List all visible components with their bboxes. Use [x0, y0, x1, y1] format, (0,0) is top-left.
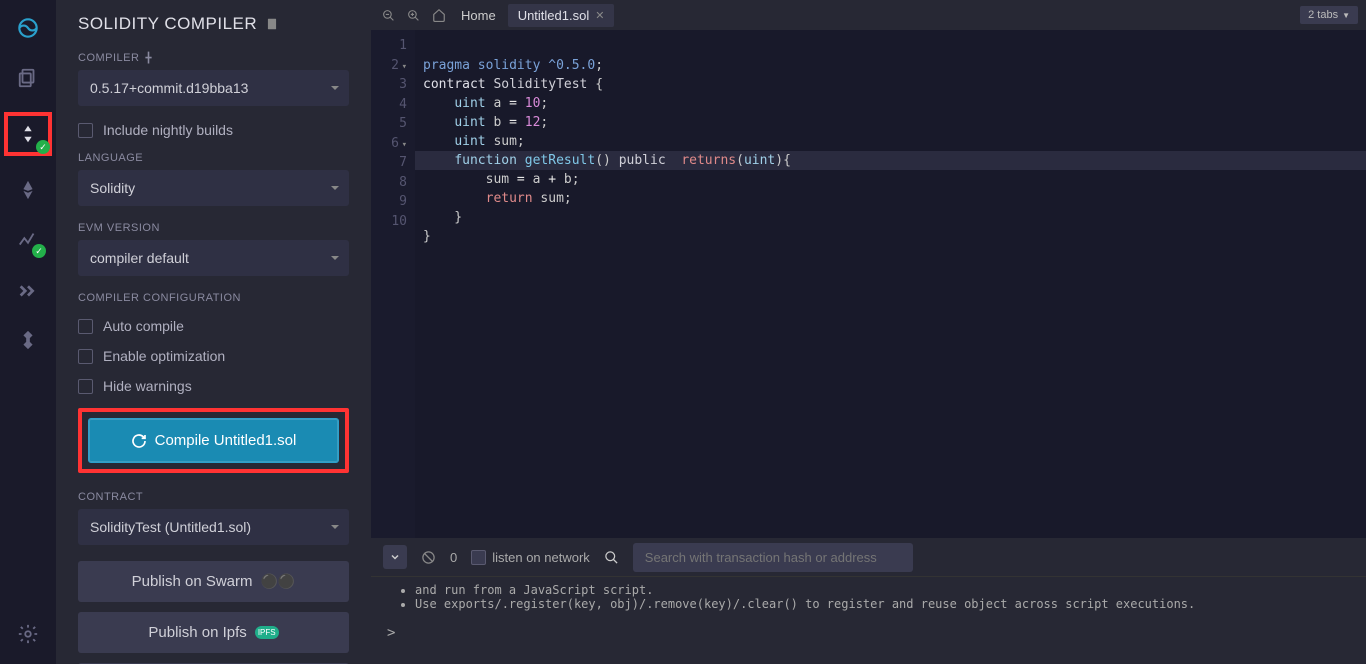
- publish-swarm-label: Publish on Swarm: [132, 573, 253, 590]
- check-badge-icon: ✓: [36, 140, 50, 154]
- hidewarn-label: Hide warnings: [103, 378, 192, 394]
- listen-label: listen on network: [492, 550, 590, 565]
- evm-label: EVM VERSION: [78, 222, 349, 234]
- terminal-output: and run from a JavaScript script. Use ex…: [371, 576, 1366, 664]
- compiler-select[interactable]: 0.5.17+commit.d19bba13: [78, 70, 349, 106]
- chevron-down-icon: ▼: [1342, 11, 1350, 20]
- publish-swarm-button[interactable]: Publish on Swarm ⚫⚫: [78, 561, 349, 602]
- compile-button-label: Compile Untitled1.sol: [155, 432, 297, 449]
- zoom-in-icon[interactable]: [404, 9, 423, 22]
- settings-icon[interactable]: [12, 618, 44, 650]
- plugin-icon[interactable]: [12, 324, 44, 356]
- line-gutter: 12 ▾3456 ▾78910: [371, 30, 415, 538]
- code-editor[interactable]: 12 ▾3456 ▾78910 pragma solidity ^0.5.0;c…: [371, 30, 1366, 538]
- terminal-prompt[interactable]: >: [387, 625, 1350, 641]
- search-icon[interactable]: [604, 550, 619, 565]
- publish-ipfs-label: Publish on Ipfs: [148, 624, 246, 641]
- compiler-label: COMPILER ╋: [78, 52, 349, 64]
- zoom-out-icon[interactable]: [379, 9, 398, 22]
- autocompile-check-row[interactable]: Auto compile: [78, 318, 349, 334]
- debugger-icon[interactable]: [12, 274, 44, 306]
- analysis-icon[interactable]: ✓: [12, 224, 44, 256]
- terminal-toggle-button[interactable]: [383, 545, 407, 569]
- language-label: LANGUAGE: [78, 152, 349, 164]
- code-content[interactable]: pragma solidity ^0.5.0;contract Solidity…: [415, 30, 1366, 538]
- file-tab[interactable]: Untitled1.sol ✕: [508, 4, 615, 27]
- language-select[interactable]: Solidity: [78, 170, 349, 206]
- panel-title-text: SOLIDITY COMPILER: [78, 14, 257, 34]
- icon-sidebar: ✓ ✓: [0, 0, 56, 664]
- terminal-search-input[interactable]: [633, 543, 913, 572]
- compile-button[interactable]: Compile Untitled1.sol: [88, 418, 339, 463]
- nightly-label: Include nightly builds: [103, 122, 233, 138]
- optimization-check-row[interactable]: Enable optimization: [78, 348, 349, 364]
- contract-select[interactable]: SolidityTest (Untitled1.sol): [78, 509, 349, 545]
- autocompile-checkbox[interactable]: [78, 319, 93, 334]
- block-icon[interactable]: [421, 550, 436, 565]
- logo-icon[interactable]: [12, 12, 44, 44]
- file-tab-label: Untitled1.sol: [518, 8, 590, 23]
- doc-icon: [265, 17, 279, 31]
- tabs-count-label: 2 tabs: [1308, 9, 1338, 21]
- compiler-panel: SOLIDITY COMPILER COMPILER ╋ 0.5.17+comm…: [56, 0, 371, 664]
- panel-title: SOLIDITY COMPILER: [78, 14, 349, 34]
- refresh-icon: [131, 433, 147, 449]
- listen-network-row[interactable]: listen on network: [471, 550, 590, 565]
- nightly-checkbox[interactable]: [78, 123, 93, 138]
- check-badge-icon: ✓: [32, 244, 46, 258]
- nightly-check-row[interactable]: Include nightly builds: [78, 122, 349, 138]
- editor-tabbar: Home Untitled1.sol ✕ 2 tabs ▼: [371, 0, 1366, 30]
- main-area: Home Untitled1.sol ✕ 2 tabs ▼ 12 ▾3456 ▾…: [371, 0, 1366, 664]
- autocompile-label: Auto compile: [103, 318, 184, 334]
- chevron-down-icon: [389, 551, 401, 563]
- deploy-icon[interactable]: [12, 174, 44, 206]
- compiler-icon[interactable]: ✓: [4, 112, 52, 156]
- optimization-label: Enable optimization: [103, 348, 225, 364]
- home-tab[interactable]: Home: [455, 8, 502, 23]
- plus-icon[interactable]: ╋: [145, 53, 152, 64]
- config-label: COMPILER CONFIGURATION: [78, 292, 349, 304]
- contract-label: CONTRACT: [78, 491, 349, 503]
- listen-checkbox[interactable]: [471, 550, 486, 565]
- file-explorer-icon[interactable]: [12, 62, 44, 94]
- tabs-dropdown[interactable]: 2 tabs ▼: [1300, 6, 1358, 24]
- evm-select[interactable]: compiler default: [78, 240, 349, 276]
- swarm-icon: ⚫⚫: [261, 573, 296, 590]
- close-tab-icon[interactable]: ✕: [595, 9, 604, 22]
- terminal-line: Use exports/.register(key, obj)/.remove(…: [415, 597, 1350, 611]
- terminal-line: and run from a JavaScript script.: [415, 583, 1350, 597]
- compile-highlight: Compile Untitled1.sol: [78, 408, 349, 473]
- pending-count: 0: [450, 550, 457, 565]
- optimization-checkbox[interactable]: [78, 349, 93, 364]
- home-icon[interactable]: [429, 8, 449, 22]
- ipfs-icon: IPFS: [255, 626, 279, 639]
- hidewarn-check-row[interactable]: Hide warnings: [78, 378, 349, 394]
- hidewarn-checkbox[interactable]: [78, 379, 93, 394]
- publish-ipfs-button[interactable]: Publish on Ipfs IPFS: [78, 612, 349, 653]
- terminal-toolbar: 0 listen on network: [371, 538, 1366, 576]
